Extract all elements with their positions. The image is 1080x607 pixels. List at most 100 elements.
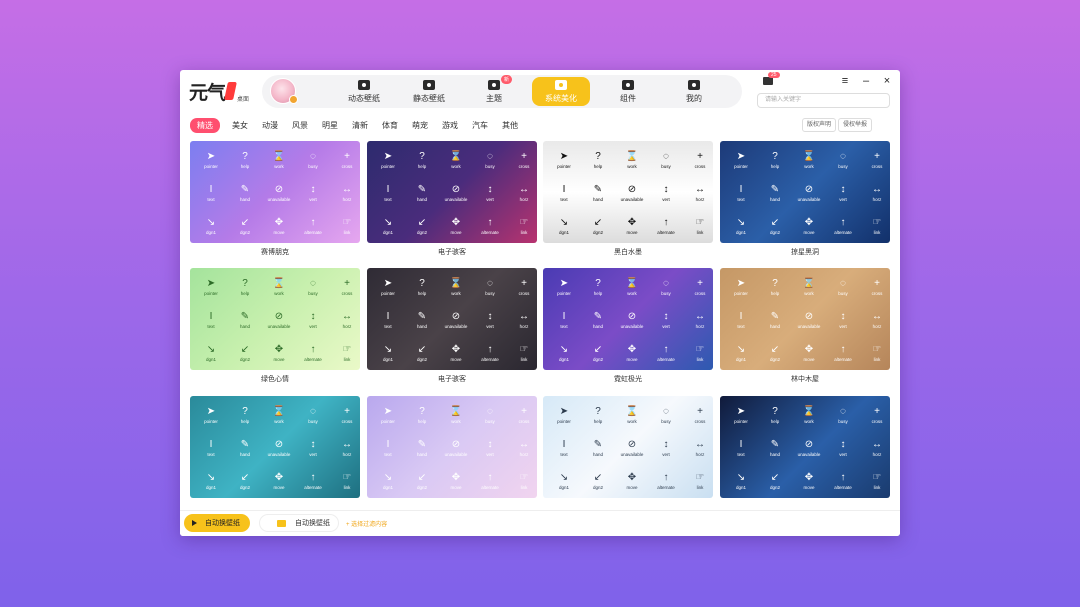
cursor-busy-icon: ◌ — [663, 277, 669, 289]
category-pets[interactable]: 萌宠 — [412, 120, 428, 131]
category-other[interactable]: 其他 — [502, 120, 518, 131]
cursor-preview: Itext — [547, 431, 581, 464]
tab-mine[interactable]: 我的 — [665, 77, 723, 106]
cursor-preview: ✎ hand — [758, 431, 792, 464]
cursor-label: move — [626, 229, 638, 235]
cursor-theme-card[interactable]: ➤ pointer? help ⌛ work ◌ busy + cross Itext ✎ hand ⊘… — [720, 268, 890, 370]
cursor-horz-icon: ↔ — [872, 310, 882, 322]
tab-widget[interactable]: 组件 — [599, 77, 657, 106]
category-scenery[interactable]: 风景 — [292, 120, 308, 131]
category-beauty[interactable]: 美女 — [232, 120, 248, 131]
tab-theme[interactable]: 主题 新 — [465, 75, 523, 106]
cursor-help-icon: ? — [242, 150, 248, 162]
cursor-theme-card[interactable]: ➤ pointer? help ⌛ work ◌ busy + cross Itext ✎ hand ⊘… — [720, 396, 890, 498]
close-button[interactable]: × — [880, 74, 894, 88]
cursor-preview: ↙ dgn2 — [581, 209, 615, 242]
cursor-preview: ⊘ unavailable — [792, 303, 826, 336]
cursor-horz-icon: ↔ — [519, 438, 529, 450]
minimize-button[interactable]: – — [859, 74, 873, 88]
cursor-preview: ↙ dgn2 — [405, 336, 439, 369]
cursor-link-icon: ☞ — [342, 471, 352, 483]
category-anime[interactable]: 动漫 — [262, 120, 278, 131]
cursor-label: unavailable — [797, 451, 821, 457]
cursor-preview: ◌ busy — [473, 143, 507, 176]
cursor-cross-icon: + — [697, 277, 703, 289]
cursor-text-icon: I — [562, 310, 566, 322]
menu-button[interactable]: ≡ — [838, 74, 852, 88]
cursor-theme-card[interactable]: ➤ pointer? help ⌛ work ◌ busy + cross Itext ✎ hand ⊘… — [543, 396, 713, 498]
cursor-cross-icon: + — [344, 405, 350, 417]
mail-icon[interactable] — [763, 77, 773, 85]
cursor-busy-icon: ◌ — [663, 405, 669, 417]
cursor-theme-card[interactable]: ➤ pointer? help ⌛ work ◌ busy + cross Itext ✎ hand ⊘… — [543, 268, 713, 370]
cursor-label: hand — [592, 451, 603, 457]
cursor-horz-icon: ↔ — [342, 310, 352, 322]
tab-system-beautify[interactable]: 系统美化 — [532, 77, 590, 106]
cursor-hand-icon: ✎ — [770, 183, 780, 195]
cursor-label: cross — [871, 418, 883, 424]
cursor-theme-card[interactable]: ➤ pointer? help ⌛ work ◌ busy + cross Itext ✎ hand ⊘… — [190, 268, 360, 370]
category-cars[interactable]: 汽车 — [472, 120, 488, 131]
tab-label: 主题 — [486, 93, 502, 103]
cursor-label: busy — [308, 418, 318, 424]
cursor-horz-icon: ↔ — [695, 183, 705, 195]
cursor-label: cross — [694, 290, 706, 296]
cursor-theme-card[interactable]: ➤ pointer? help ⌛ work ◌ busy + cross Itext ✎ hand ⊘… — [720, 141, 890, 243]
cursor-label: alternate — [481, 229, 499, 235]
cursor-preview: ? help — [581, 270, 615, 303]
cursor-horz-icon: ↔ — [519, 183, 529, 195]
cursor-preview: ↔ horz — [683, 303, 713, 336]
cursor-preview: ↙ dgn2 — [581, 464, 615, 497]
cursor-cross-icon: + — [521, 150, 527, 162]
cursor-label: pointer — [734, 290, 748, 296]
cursor-link-icon: ☞ — [695, 343, 705, 355]
cursor-dgn2-icon: ↙ — [417, 216, 427, 228]
tab-dynamic-wallpaper[interactable]: 动态壁纸 — [335, 77, 393, 106]
cursor-busy-icon: ◌ — [310, 150, 316, 162]
cursor-label: unavailable — [444, 196, 468, 202]
cursor-preview: ? help — [758, 143, 792, 176]
category-games[interactable]: 游戏 — [442, 120, 458, 131]
app-logo[interactable]: 元气 桌面 — [189, 79, 249, 104]
cursor-label: vert — [486, 196, 494, 202]
logo-text: 元气 — [189, 81, 226, 104]
cursor-label: horz — [695, 451, 705, 457]
cursor-theme-card[interactable]: ➤ pointer? help ⌛ work ◌ busy + cross Itext ✎ hand ⊘… — [190, 396, 360, 498]
cursor-preview: ? help — [581, 143, 615, 176]
select-filter-link[interactable]: + 选择过滤内容 — [346, 519, 387, 528]
copyright-notice-button[interactable]: 版权声明 — [802, 118, 837, 132]
category-sports[interactable]: 体育 — [382, 120, 398, 131]
cursor-hand-icon: ✎ — [770, 438, 780, 450]
search-input[interactable]: 请输入关键字 — [757, 93, 890, 108]
cursor-preview: ↑ alternate — [473, 336, 507, 369]
infringement-report-button[interactable]: 侵权举报 — [838, 118, 873, 132]
cursor-preview: ↕ vert — [649, 176, 683, 209]
cursor-theme-card[interactable]: ➤ pointer? help ⌛ work ◌ busy + cross Itext ✎ hand ⊘… — [190, 141, 360, 243]
cursor-busy-icon: ◌ — [310, 277, 316, 289]
cursor-theme-card[interactable]: ➤ pointer? help ⌛ work ◌ busy + cross Itext ✎ hand ⊘… — [367, 268, 537, 370]
tab-static-wallpaper[interactable]: 静态壁纸 — [400, 77, 458, 106]
category-featured[interactable]: 精选 — [190, 118, 220, 133]
cursor-theme-card[interactable]: ➤ pointer? help ⌛ work ◌ busy + cross Itext ✎ hand ⊘… — [367, 396, 537, 498]
cursor-label: link — [520, 229, 528, 235]
cursor-label: text — [560, 323, 568, 329]
cursor-work-icon: ⌛ — [625, 150, 639, 162]
cursor-preview: ↑ alternate — [296, 336, 330, 369]
category-star[interactable]: 明星 — [322, 120, 338, 131]
cursor-alternate-icon: ↑ — [487, 471, 493, 483]
category-fresh[interactable]: 清新 — [352, 120, 368, 131]
cursor-theme-card[interactable]: ➤ pointer? help ⌛ work ◌ busy + cross Itext ✎ hand ⊘… — [543, 141, 713, 243]
cursor-preview: ↔ horz — [507, 431, 537, 464]
auto-wallpaper-button[interactable]: 自动换壁纸 — [184, 514, 250, 532]
auto-wallpaper-toggle[interactable]: 自动换壁纸 — [259, 514, 339, 532]
cursor-preview: ⌛ work — [262, 143, 296, 176]
cursor-preview: ↑ alternate — [826, 336, 860, 369]
tab-label: 我的 — [686, 93, 702, 103]
cursor-label: hand — [416, 451, 427, 457]
cursor-preview: Itext — [194, 431, 228, 464]
cursor-preview: ⊘ unavailable — [615, 431, 649, 464]
video-icon — [358, 79, 370, 90]
cursor-theme-card[interactable]: ➤ pointer? help ⌛ work ◌ busy + cross Itext ✎ hand ⊘… — [367, 141, 537, 243]
cursor-label: cross — [694, 163, 706, 169]
cursor-unavailable-icon: ⊘ — [627, 438, 637, 450]
